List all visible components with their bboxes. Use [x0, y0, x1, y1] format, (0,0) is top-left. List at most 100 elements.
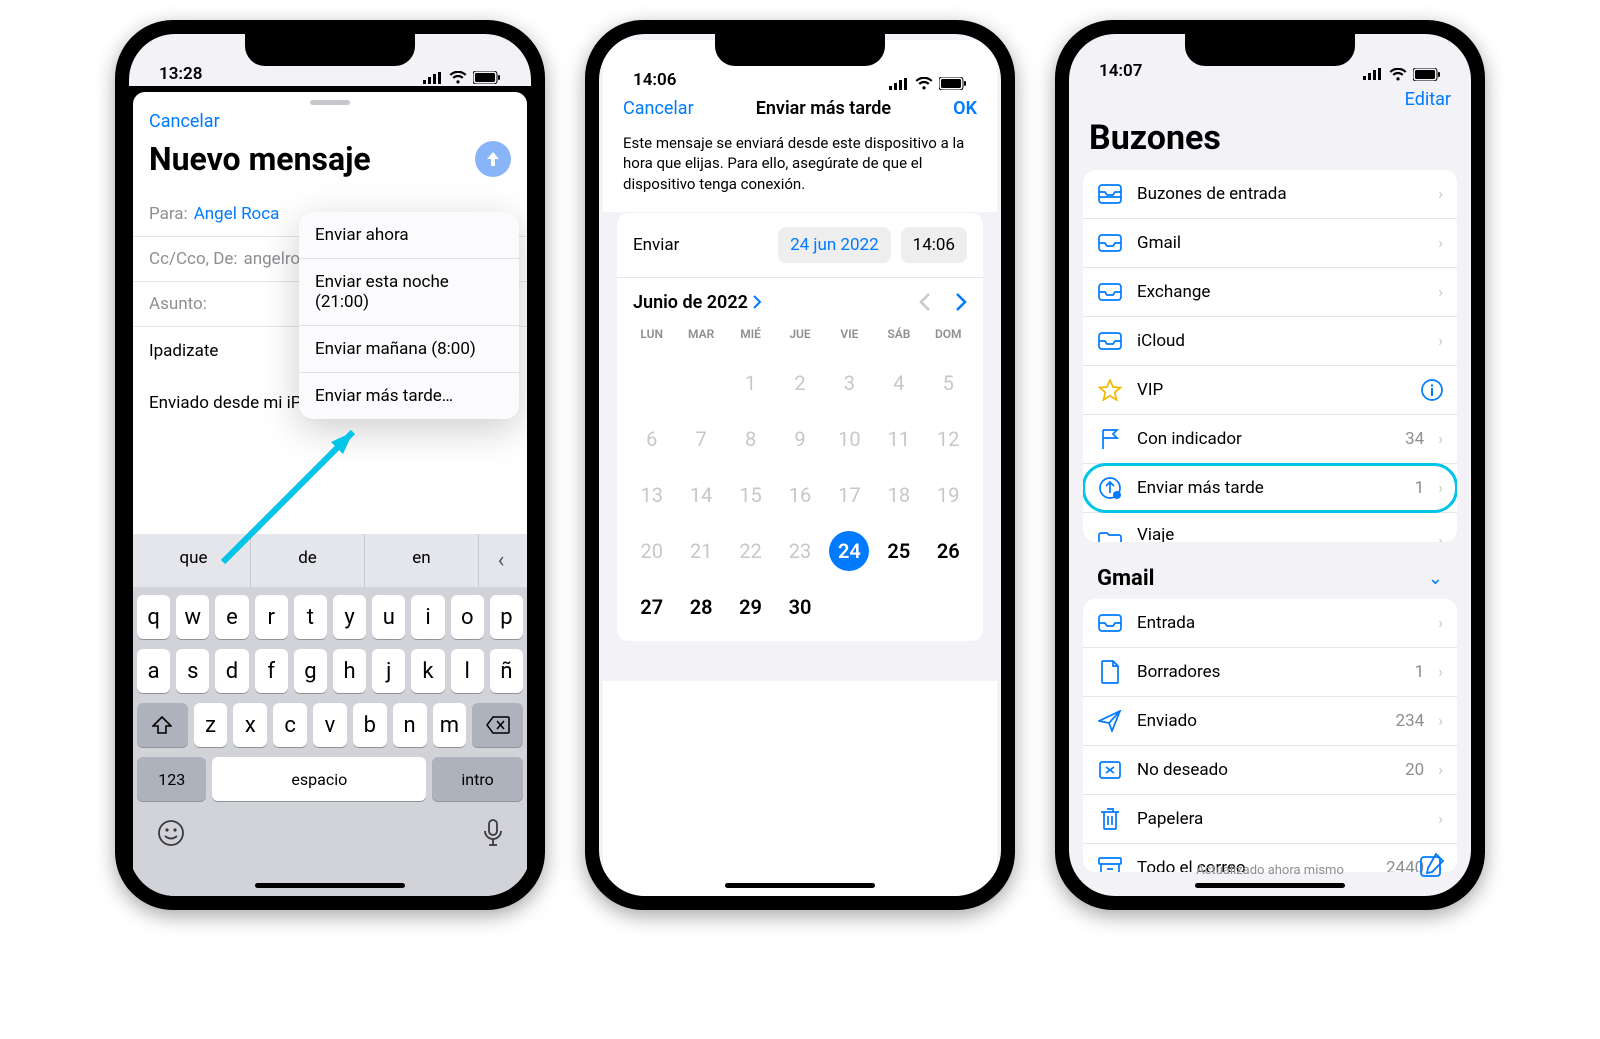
- day-30[interactable]: 30: [775, 587, 824, 627]
- day-11[interactable]: 11: [874, 419, 923, 459]
- row-viaje[interactable]: Viaje Gmail ›: [1083, 513, 1457, 542]
- key-j[interactable]: j: [372, 649, 405, 693]
- intro-key[interactable]: intro: [432, 757, 523, 801]
- key-x[interactable]: x: [233, 703, 267, 747]
- day-25[interactable]: 25: [874, 531, 923, 571]
- day-6[interactable]: 6: [627, 419, 676, 459]
- key-m[interactable]: m: [433, 703, 467, 747]
- row-trash[interactable]: Papelera ›: [1083, 795, 1457, 844]
- day-4[interactable]: 4: [874, 363, 923, 403]
- key-c[interactable]: c: [273, 703, 307, 747]
- key-l[interactable]: l: [451, 649, 484, 693]
- suggestion-3[interactable]: en: [365, 534, 479, 587]
- send-button[interactable]: [475, 141, 511, 177]
- cancel-button[interactable]: Cancelar: [623, 98, 694, 119]
- date-pill[interactable]: 24 jun 2022: [778, 227, 891, 263]
- emoji-key[interactable]: [157, 819, 185, 854]
- day-13[interactable]: 13: [627, 475, 676, 515]
- menu-send-tonight[interactable]: Enviar esta noche (21:00): [299, 259, 519, 326]
- row-flagged[interactable]: Con indicador 34 ›: [1083, 415, 1457, 464]
- backspace-key[interactable]: [472, 703, 523, 747]
- next-month-button[interactable]: [955, 293, 967, 311]
- day-12[interactable]: 12: [924, 419, 973, 459]
- day-26[interactable]: 26: [924, 531, 973, 571]
- day-19[interactable]: 19: [924, 475, 973, 515]
- day-28[interactable]: 28: [676, 587, 725, 627]
- row-drafts[interactable]: Borradores 1 ›: [1083, 648, 1457, 697]
- key-ñ[interactable]: ñ: [490, 649, 523, 693]
- menu-send-later[interactable]: Enviar más tarde…: [299, 373, 519, 419]
- day-3[interactable]: 3: [825, 363, 874, 403]
- day-20[interactable]: 20: [627, 531, 676, 571]
- key-y[interactable]: y: [333, 595, 366, 639]
- home-indicator[interactable]: [255, 883, 405, 888]
- key-d[interactable]: d: [215, 649, 248, 693]
- day-14[interactable]: 14: [676, 475, 725, 515]
- row-junk[interactable]: No deseado 20 ›: [1083, 746, 1457, 795]
- key-a[interactable]: a: [137, 649, 170, 693]
- day-21[interactable]: 21: [676, 531, 725, 571]
- day-23[interactable]: 23: [775, 531, 824, 571]
- row-inbox[interactable]: Entrada ›: [1083, 599, 1457, 648]
- suggestion-1[interactable]: que: [137, 534, 251, 587]
- key-z[interactable]: z: [194, 703, 228, 747]
- key-f[interactable]: f: [255, 649, 288, 693]
- info-icon[interactable]: [1421, 379, 1443, 401]
- time-pill[interactable]: 14:06: [901, 227, 967, 263]
- day-9[interactable]: 9: [775, 419, 824, 459]
- shift-key[interactable]: [137, 703, 188, 747]
- day-15[interactable]: 15: [726, 475, 775, 515]
- day-22[interactable]: 22: [726, 531, 775, 571]
- menu-send-now[interactable]: Enviar ahora: [299, 212, 519, 259]
- key-r[interactable]: r: [255, 595, 288, 639]
- day-7[interactable]: 7: [676, 419, 725, 459]
- day-8[interactable]: 8: [726, 419, 775, 459]
- prev-month-button[interactable]: [919, 293, 931, 311]
- compose-button[interactable]: [1419, 852, 1445, 882]
- key-n[interactable]: n: [393, 703, 427, 747]
- suggestion-2[interactable]: de: [251, 534, 365, 587]
- key-p[interactable]: p: [490, 595, 523, 639]
- cancel-button[interactable]: Cancelar: [149, 111, 220, 132]
- key-s[interactable]: s: [176, 649, 209, 693]
- month-selector[interactable]: Junio de 2022: [633, 292, 762, 313]
- key-b[interactable]: b: [353, 703, 387, 747]
- menu-send-tomorrow[interactable]: Enviar mañana (8:00): [299, 326, 519, 373]
- home-indicator[interactable]: [725, 883, 875, 888]
- key-h[interactable]: h: [333, 649, 366, 693]
- day-18[interactable]: 18: [874, 475, 923, 515]
- row-icloud[interactable]: iCloud ›: [1083, 317, 1457, 366]
- key-g[interactable]: g: [294, 649, 327, 693]
- day-29[interactable]: 29: [726, 587, 775, 627]
- ok-button[interactable]: OK: [953, 98, 977, 119]
- row-all-inboxes[interactable]: Buzones de entrada ›: [1083, 170, 1457, 219]
- key-w[interactable]: w: [176, 595, 209, 639]
- day-17[interactable]: 17: [825, 475, 874, 515]
- key-e[interactable]: e: [215, 595, 248, 639]
- edit-button[interactable]: Editar: [1405, 89, 1451, 110]
- day-2[interactable]: 2: [775, 363, 824, 403]
- numbers-key[interactable]: 123: [137, 757, 206, 801]
- key-o[interactable]: o: [451, 595, 484, 639]
- key-v[interactable]: v: [313, 703, 347, 747]
- key-k[interactable]: k: [411, 649, 444, 693]
- suggestion-collapse[interactable]: ‹: [479, 534, 523, 587]
- key-u[interactable]: u: [372, 595, 405, 639]
- day-1[interactable]: 1: [726, 363, 775, 403]
- key-t[interactable]: t: [294, 595, 327, 639]
- row-vip[interactable]: VIP: [1083, 366, 1457, 415]
- dictation-key[interactable]: [483, 819, 503, 854]
- key-i[interactable]: i: [411, 595, 444, 639]
- day-24[interactable]: 24: [825, 531, 874, 571]
- row-gmail[interactable]: Gmail ›: [1083, 219, 1457, 268]
- home-indicator[interactable]: [1195, 883, 1345, 888]
- row-send-later[interactable]: Enviar más tarde 1 ›: [1083, 464, 1457, 513]
- key-q[interactable]: q: [137, 595, 170, 639]
- day-16[interactable]: 16: [775, 475, 824, 515]
- row-exchange[interactable]: Exchange ›: [1083, 268, 1457, 317]
- day-10[interactable]: 10: [825, 419, 874, 459]
- row-sent[interactable]: Enviado 234 ›: [1083, 697, 1457, 746]
- day-5[interactable]: 5: [924, 363, 973, 403]
- day-27[interactable]: 27: [627, 587, 676, 627]
- section-gmail-header[interactable]: Gmail ⌄: [1069, 566, 1471, 599]
